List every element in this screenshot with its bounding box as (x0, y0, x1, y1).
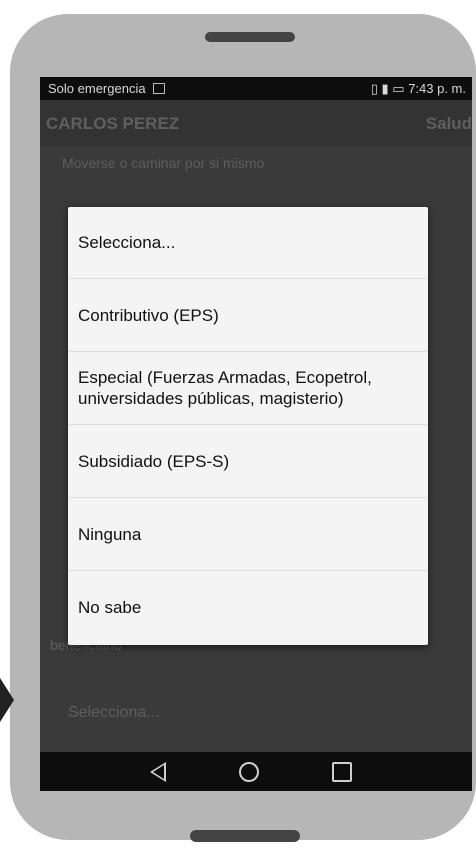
clock: 7:43 p. m. (408, 81, 466, 96)
recent-apps-icon[interactable] (332, 762, 352, 782)
vibrate-icon: ▯ (370, 81, 378, 96)
pointer-arrow (0, 678, 14, 722)
battery-icon: ▭ (392, 81, 405, 96)
selection-dialog: Selecciona... Contributivo (EPS) Especia… (68, 207, 428, 645)
option-contributivo[interactable]: Contributivo (EPS) (68, 280, 428, 352)
app-bar: CARLOS PEREZ Salud (40, 100, 472, 146)
app-section-label[interactable]: Salud (426, 114, 472, 134)
background-select[interactable]: Selecciona... (68, 704, 160, 722)
option-no-sabe[interactable]: No sabe (68, 572, 428, 644)
app-title: CARLOS PEREZ (46, 114, 180, 133)
phone-home-bar (190, 830, 300, 842)
option-subsidiado[interactable]: Subsidiado (EPS-S) (68, 426, 428, 498)
navigation-bar (40, 752, 472, 791)
option-selecciona[interactable]: Selecciona... (68, 207, 428, 279)
carrier-text: Solo emergencia (48, 81, 146, 96)
phone-screen: Solo emergencia ▯ ▮ ▭ 7:43 p. m. CARLOS … (40, 77, 472, 791)
option-ninguna[interactable]: Ninguna (68, 499, 428, 571)
status-bar: Solo emergencia ▯ ▮ ▭ 7:43 p. m. (40, 77, 472, 100)
question-label: Moverse o caminar por si mismo (62, 155, 265, 171)
sim-icon: ▮ (381, 81, 389, 96)
home-icon[interactable] (239, 762, 259, 782)
option-especial[interactable]: Especial (Fuerzas Armadas, Ecopetrol, un… (68, 353, 428, 425)
phone-speaker (205, 32, 295, 42)
image-notification-icon (153, 83, 166, 94)
